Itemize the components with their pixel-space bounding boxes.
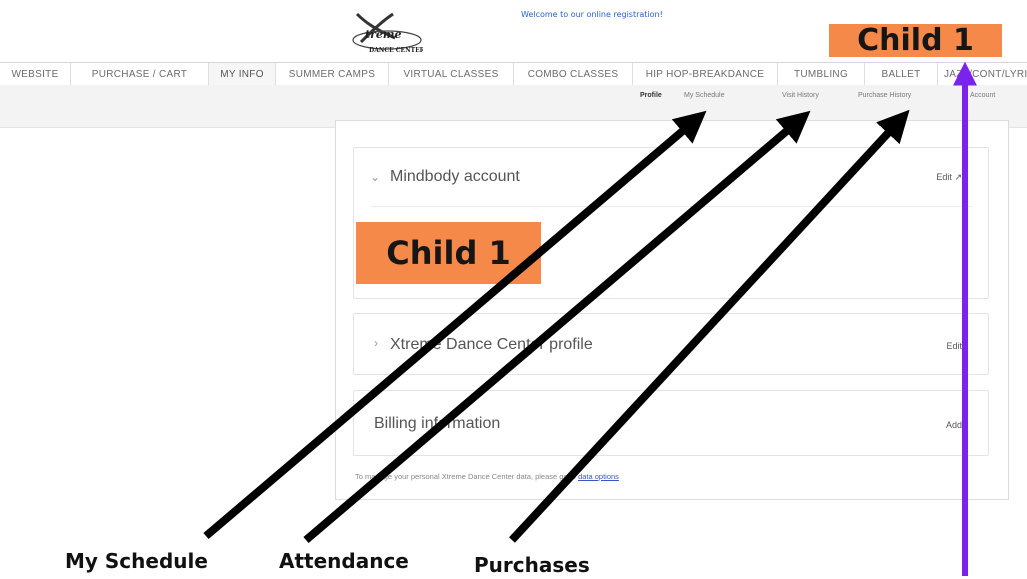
annotation-overlay <box>203 61 977 576</box>
arrow-to-my-schedule <box>203 110 707 540</box>
arrow-to-purchase-history <box>509 109 910 543</box>
caption-purchases: Purchases <box>474 553 590 577</box>
caption-attendance: Attendance <box>279 549 409 573</box>
caption-my-schedule: My Schedule <box>65 549 208 573</box>
arrow-to-visit-history <box>303 110 811 544</box>
